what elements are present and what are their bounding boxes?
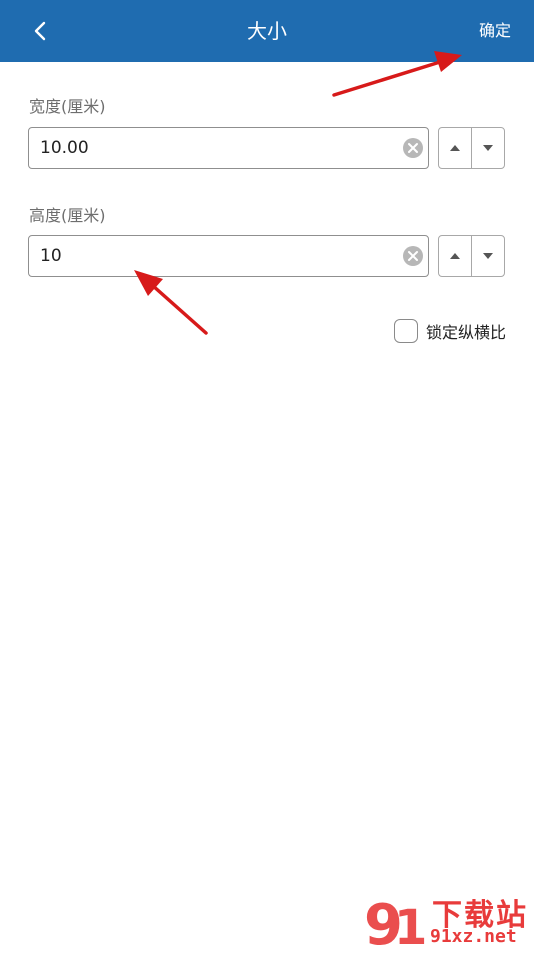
watermark-domain: 91xz.net	[430, 926, 517, 947]
width-increment-button[interactable]	[439, 128, 472, 168]
annotation-arrow-height	[134, 270, 208, 335]
width-value: 10.00	[40, 138, 89, 158]
watermark: 9 1 下载站 91xz.net	[362, 888, 534, 954]
width-label: 宽度(厘米)	[29, 97, 106, 116]
confirm-button[interactable]: 确定	[476, 16, 514, 46]
svg-text:1: 1	[394, 900, 427, 950]
triangle-up-icon	[450, 145, 460, 151]
lock-aspect-label: 锁定纵横比	[425, 323, 506, 342]
triangle-down-icon	[483, 145, 493, 151]
back-button[interactable]	[22, 12, 58, 50]
width-input[interactable]: 10.00	[28, 127, 429, 169]
height-label: 高度(厘米)	[29, 206, 106, 225]
height-decrement-button[interactable]	[472, 236, 504, 276]
triangle-up-icon	[450, 253, 460, 259]
top-bar: 大小 确定	[0, 0, 534, 62]
height-input[interactable]: 10	[28, 235, 429, 277]
height-increment-button[interactable]	[439, 236, 472, 276]
page-title: 大小	[247, 19, 287, 43]
lock-aspect-row[interactable]: 锁定纵横比	[393, 317, 506, 345]
width-stepper	[438, 127, 505, 169]
clear-icon[interactable]	[402, 245, 424, 267]
lock-aspect-checkbox[interactable]	[393, 319, 418, 343]
clear-icon[interactable]	[402, 137, 424, 159]
triangle-down-icon	[483, 253, 493, 259]
height-value: 10	[40, 246, 62, 266]
height-stepper	[438, 235, 505, 277]
width-decrement-button[interactable]	[472, 128, 504, 168]
chevron-left-icon	[34, 21, 46, 41]
